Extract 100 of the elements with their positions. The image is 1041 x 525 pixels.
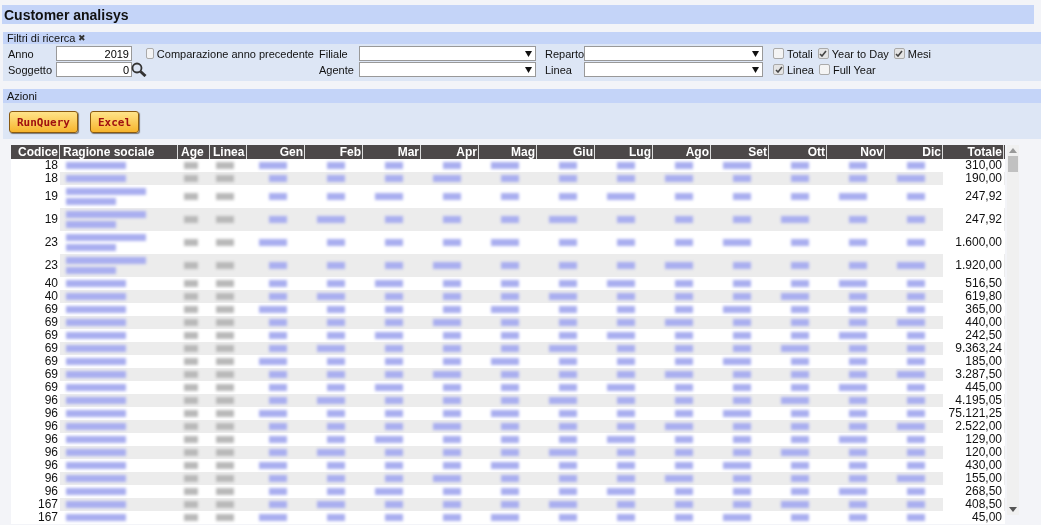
blurred-text — [184, 358, 198, 365]
blurred-text — [259, 514, 287, 521]
blurred-text — [269, 397, 287, 404]
blurred-text — [385, 345, 403, 352]
blurred-text — [733, 371, 751, 378]
blurred-text — [733, 501, 751, 508]
blurred-text — [791, 262, 809, 269]
blurred-text — [559, 193, 577, 200]
search-icon[interactable] — [131, 62, 147, 77]
blurred-text — [617, 239, 635, 246]
blurred-text — [675, 280, 693, 287]
checkbox[interactable] — [893, 48, 905, 59]
blurred-text — [259, 410, 287, 417]
blurred-text — [66, 306, 126, 313]
checkbox-label: Year to Day — [831, 47, 889, 60]
blurred-text — [781, 345, 809, 352]
blurred-text — [327, 162, 345, 169]
blurred-text — [907, 239, 925, 246]
blurred-text — [66, 423, 126, 430]
blurred-text — [559, 488, 577, 495]
blurred-text — [184, 262, 198, 269]
blurred-text — [184, 280, 198, 287]
blurred-text — [839, 332, 867, 339]
blurred-text — [849, 345, 867, 352]
blurred-text — [501, 193, 519, 200]
blurred-text — [66, 221, 116, 228]
checkbox[interactable] — [146, 48, 154, 59]
blurred-text — [733, 345, 751, 352]
agent-select[interactable] — [359, 62, 536, 77]
blurred-text — [849, 475, 867, 482]
blurred-text — [433, 175, 461, 182]
blurred-text — [907, 193, 925, 200]
blurred-text — [433, 475, 461, 482]
blurred-text — [907, 488, 925, 495]
blurred-text — [907, 162, 925, 169]
blurred-text — [549, 449, 577, 456]
blurred-text — [443, 306, 461, 313]
blurred-text — [733, 216, 751, 223]
blurred-text — [216, 239, 234, 246]
blurred-text — [617, 371, 635, 378]
blurred-text — [327, 319, 345, 326]
checkbox[interactable] — [773, 64, 784, 75]
blurred-text — [501, 262, 519, 269]
blurred-text — [733, 262, 751, 269]
blurred-text — [665, 423, 693, 430]
blurred-text — [559, 384, 577, 391]
table-cell: 96 — [11, 420, 60, 433]
blurred-text — [259, 239, 287, 246]
blurred-text — [375, 332, 403, 339]
blurred-text — [617, 410, 635, 417]
blurred-text — [385, 306, 403, 313]
table-cell: 9.363,24 — [943, 342, 1004, 355]
blurred-text — [66, 358, 126, 365]
blurred-text — [907, 449, 925, 456]
blurred-text — [733, 175, 751, 182]
year-input[interactable]: 2019 — [56, 46, 132, 61]
blurred-text — [675, 462, 693, 469]
department-select[interactable] — [584, 46, 763, 61]
subject-input[interactable]: 0 — [56, 62, 132, 77]
blurred-text — [675, 345, 693, 352]
blurred-text — [269, 384, 287, 391]
scrollbar[interactable] — [1007, 145, 1019, 515]
blurred-text — [907, 384, 925, 391]
blurred-text — [216, 514, 234, 521]
blurred-text — [385, 293, 403, 300]
blurred-text — [375, 384, 403, 391]
blurred-text — [733, 319, 751, 326]
blurred-text — [216, 449, 234, 456]
action-button[interactable]: RunQuery — [9, 111, 78, 133]
blurred-text — [269, 175, 287, 182]
blurred-text — [443, 384, 461, 391]
blurred-text — [443, 397, 461, 404]
blurred-text — [791, 488, 809, 495]
blurred-text — [66, 293, 126, 300]
line-select[interactable] — [584, 62, 763, 77]
blurred-text — [269, 475, 287, 482]
collapse-button[interactable]: ✖ — [78, 33, 87, 43]
blurred-text — [375, 280, 403, 287]
blurred-text — [675, 514, 693, 521]
blurred-text — [66, 501, 126, 508]
blurred-text — [66, 332, 126, 339]
blurred-text — [839, 488, 867, 495]
blurred-text — [501, 319, 519, 326]
checkbox[interactable] — [773, 48, 784, 59]
action-button[interactable]: Excel — [90, 111, 140, 133]
blurred-text — [849, 262, 867, 269]
blurred-text — [733, 280, 751, 287]
blurred-text — [791, 475, 809, 482]
blurred-text — [443, 345, 461, 352]
table-cell: 167 — [11, 498, 60, 511]
blurred-text — [66, 397, 126, 404]
scroll-thumb[interactable] — [1008, 156, 1018, 172]
branch-select[interactable] — [359, 46, 536, 61]
blurred-text — [216, 501, 234, 508]
blurred-text — [849, 423, 867, 430]
checkbox[interactable] — [817, 48, 829, 59]
blurred-text — [617, 262, 635, 269]
checkbox[interactable] — [818, 64, 830, 75]
blurred-text — [849, 175, 867, 182]
scroll-down-icon[interactable] — [1009, 507, 1017, 512]
